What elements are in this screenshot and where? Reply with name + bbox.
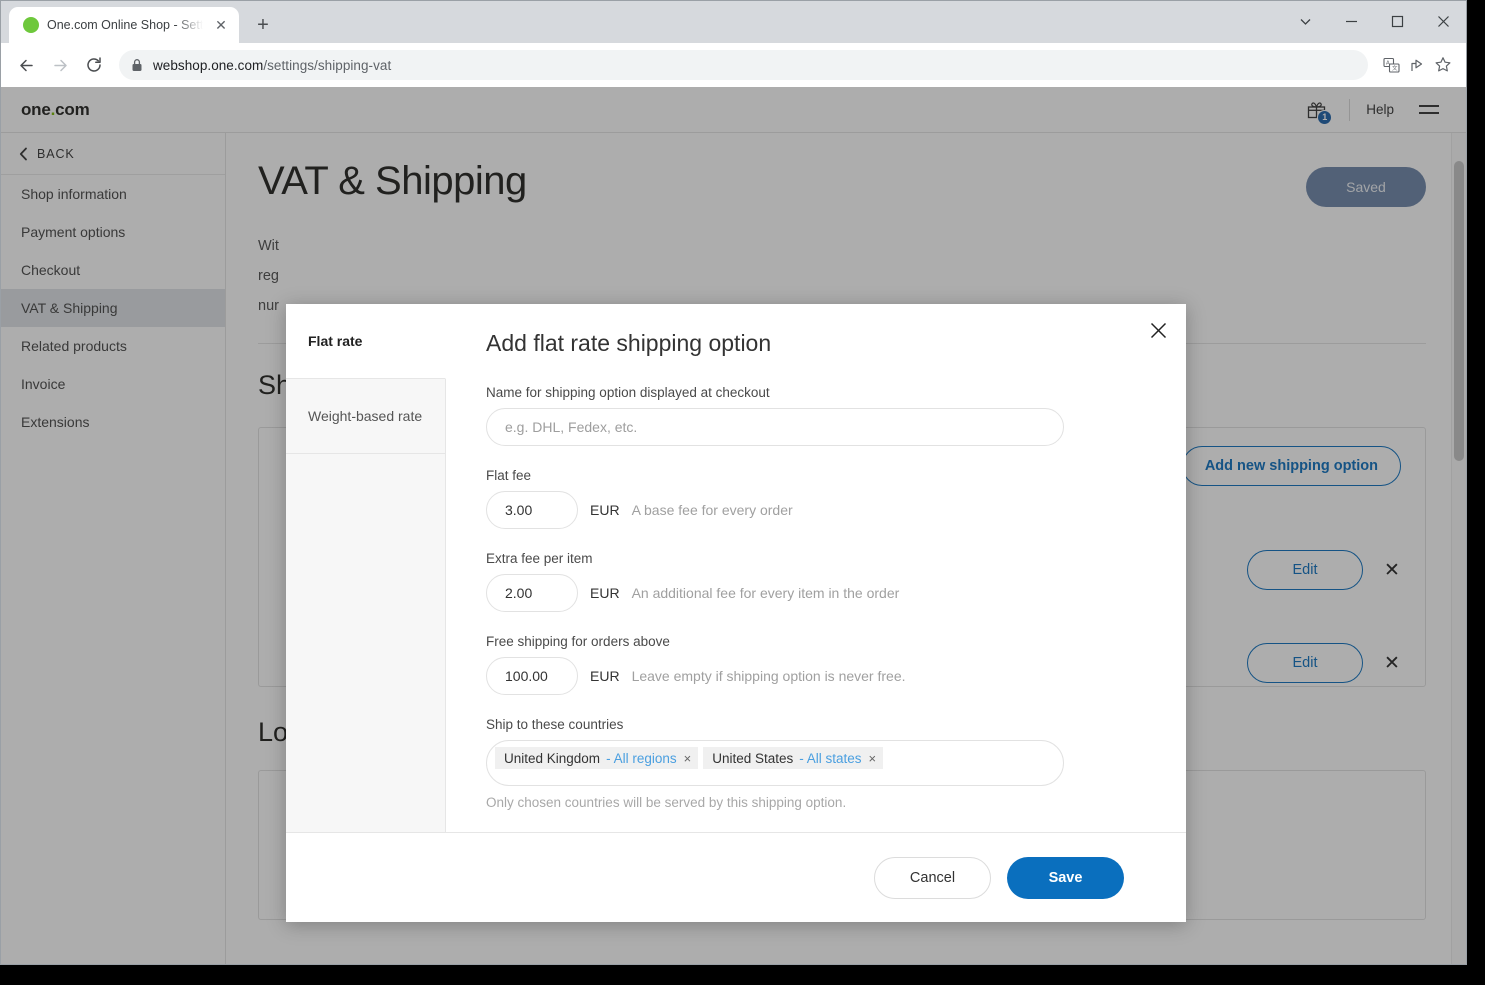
free-shipping-value: 100.00: [505, 668, 548, 684]
new-tab-button[interactable]: +: [249, 11, 277, 39]
flat-fee-group: Flat fee 3.00 EUR A base fee for every o…: [486, 468, 1146, 529]
dialog-close-icon[interactable]: [1140, 312, 1176, 348]
free-shipping-input[interactable]: 100.00: [486, 657, 578, 695]
toolbar-actions: A文: [1378, 52, 1456, 78]
flat-fee-label: Flat fee: [486, 468, 532, 483]
country-name: United States: [712, 750, 794, 766]
tab-label: Flat rate: [308, 333, 363, 349]
extra-fee-hint: An additional fee for every item in the …: [631, 585, 900, 601]
window-controls: [1282, 1, 1466, 41]
translate-icon[interactable]: A文: [1378, 52, 1404, 78]
address-bar[interactable]: webshop.one.com/settings/shipping-vat: [119, 50, 1368, 80]
extra-fee-row: 2.00 EUR An additional fee for every ite…: [486, 574, 1146, 612]
free-shipping-group: Free shipping for orders above 100.00 EU…: [486, 634, 1146, 695]
browser-tab[interactable]: One.com Online Shop - Settings ✕: [9, 7, 239, 43]
address-bar-url: webshop.one.com/settings/shipping-vat: [153, 58, 391, 73]
cancel-button[interactable]: Cancel: [874, 856, 991, 899]
country-tag: United States - All states ×: [703, 747, 884, 769]
lock-icon: [131, 58, 143, 72]
tab-label: Weight-based rate: [308, 408, 423, 424]
country-tag: United Kingdom - All regions ×: [495, 747, 699, 769]
flat-fee-hint: A base fee for every order: [631, 502, 793, 518]
flat-fee-currency: EUR: [590, 502, 620, 518]
svg-text:文: 文: [1392, 64, 1398, 72]
countries-label: Ship to these countries: [486, 717, 624, 732]
page-viewport: one.com 1 Help BACK Shop information Pay…: [1, 87, 1466, 964]
free-shipping-label: Free shipping for orders above: [486, 634, 670, 649]
tab-close-icon[interactable]: ✕: [211, 15, 231, 35]
shipping-name-placeholder: e.g. DHL, Fedex, etc.: [505, 419, 638, 435]
free-shipping-currency: EUR: [590, 668, 620, 684]
flat-fee-input[interactable]: 3.00: [486, 491, 578, 529]
maximize-icon[interactable]: [1374, 1, 1420, 41]
tab-weight-based-rate[interactable]: Weight-based rate: [286, 379, 445, 454]
country-region[interactable]: - All states: [799, 751, 861, 766]
flat-fee-row: 3.00 EUR A base fee for every order: [486, 491, 1146, 529]
countries-group: Ship to these countries United Kingdom -…: [486, 717, 1146, 810]
browser-toolbar: webshop.one.com/settings/shipping-vat A文: [1, 43, 1466, 87]
country-region[interactable]: - All regions: [606, 751, 677, 766]
free-shipping-row: 100.00 EUR Leave empty if shipping optio…: [486, 657, 1146, 695]
reload-icon[interactable]: [79, 50, 109, 80]
countries-hint: Only chosen countries will be served by …: [486, 795, 847, 810]
dialog-tabs: Flat rate Weight-based rate: [286, 304, 446, 832]
dialog-title: Add flat rate shipping option: [486, 330, 772, 356]
dialog-main: Add flat rate shipping option Name for s…: [446, 304, 1186, 832]
url-domain: webshop.one.com: [153, 57, 264, 73]
bookmark-star-icon[interactable]: [1430, 52, 1456, 78]
url-path: /settings/shipping-vat: [263, 57, 392, 73]
tab-title: One.com Online Shop - Settings: [47, 18, 203, 32]
name-field-group: Name for shipping option displayed at ch…: [486, 385, 1146, 446]
flat-fee-value: 3.00: [505, 502, 533, 518]
back-arrow-icon[interactable]: [11, 50, 41, 80]
minimize-icon[interactable]: [1328, 1, 1374, 41]
page-content: one.com 1 Help BACK Shop information Pay…: [1, 87, 1466, 964]
add-shipping-option-dialog: Flat rate Weight-based rate Add flat rat…: [286, 304, 1186, 922]
extra-fee-label: Extra fee per item: [486, 551, 593, 566]
free-shipping-hint: Leave empty if shipping option is never …: [631, 668, 906, 684]
dialog-body: Flat rate Weight-based rate Add flat rat…: [286, 304, 1186, 832]
shipping-name-input[interactable]: e.g. DHL, Fedex, etc.: [486, 408, 1064, 446]
tab-search-icon[interactable]: [1282, 1, 1328, 41]
forward-arrow-icon[interactable]: [45, 50, 75, 80]
remove-country-icon[interactable]: ×: [868, 752, 877, 765]
share-icon[interactable]: [1404, 52, 1430, 78]
extra-fee-value: 2.00: [505, 585, 533, 601]
window-close-icon[interactable]: [1420, 1, 1466, 41]
remove-country-icon[interactable]: ×: [683, 752, 692, 765]
name-field-label: Name for shipping option displayed at ch…: [486, 385, 770, 400]
country-name: United Kingdom: [504, 750, 601, 766]
tab-flat-rate[interactable]: Flat rate: [286, 304, 446, 379]
tab-favicon-icon: [23, 17, 39, 33]
browser-window: One.com Online Shop - Settings ✕ +: [0, 0, 1467, 965]
countries-input[interactable]: United Kingdom - All regions × United St…: [486, 740, 1064, 786]
extra-fee-currency: EUR: [590, 585, 620, 601]
extra-fee-input[interactable]: 2.00: [486, 574, 578, 612]
save-button[interactable]: Save: [1007, 856, 1124, 899]
browser-tab-strip: One.com Online Shop - Settings ✕ +: [1, 1, 1466, 43]
extra-fee-group: Extra fee per item 2.00 EUR An additiona…: [486, 551, 1146, 612]
dialog-footer: Cancel Save: [286, 832, 1186, 922]
